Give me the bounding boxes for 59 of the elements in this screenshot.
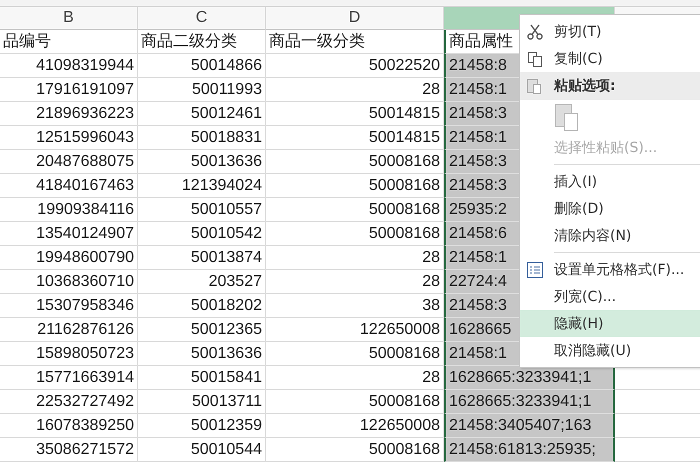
table-cell: 50011993 xyxy=(138,78,266,102)
table-cell: 15898050723 xyxy=(0,342,138,366)
table-cell: 13540124907 xyxy=(0,222,138,246)
table-cell: 12515996043 xyxy=(0,126,138,150)
table-cell: 20487688075 xyxy=(0,150,138,174)
table-cell: 50008168 xyxy=(266,342,444,366)
table-cell: 50008168 xyxy=(266,390,444,414)
table-cell: 50010544 xyxy=(138,438,266,462)
table-cell: 122650008 xyxy=(266,318,444,342)
table-cell: 50013874 xyxy=(138,246,266,270)
table-cell: 50008168 xyxy=(266,198,444,222)
table-cell: 50008168 xyxy=(266,150,444,174)
table-cell: 50014815 xyxy=(266,102,444,126)
table-cell: 50013711 xyxy=(138,390,266,414)
table-cell: 50015841 xyxy=(138,366,266,390)
table-cell: 15771663914 xyxy=(0,366,138,390)
table-cell: 122650008 xyxy=(266,414,444,438)
table-cell: 50012359 xyxy=(138,414,266,438)
table-cell: 50010542 xyxy=(138,222,266,246)
table-cell: 50010557 xyxy=(138,198,266,222)
table-cell: 19948600790 xyxy=(0,246,138,270)
section-label: 粘贴选项: xyxy=(554,77,616,95)
table-cell: 28 xyxy=(266,246,444,270)
table-cell: 50008168 xyxy=(266,438,444,462)
table-cell: 15307958346 xyxy=(0,294,138,318)
table-cell: 28 xyxy=(266,78,444,102)
table-cell: 50013636 xyxy=(138,342,266,366)
table-cell: 21162876126 xyxy=(0,318,138,342)
table-cell: 50022520 xyxy=(266,54,444,78)
table-cell: 16078389250 xyxy=(0,414,138,438)
table-cell: 121394024 xyxy=(138,174,266,198)
header-cell: 品编号 xyxy=(0,30,138,54)
table-cell: 35086271572 xyxy=(0,438,138,462)
table-cell: 50008168 xyxy=(266,222,444,246)
table-cell: 21458:61813:25935; xyxy=(444,438,615,462)
table-cell: 21896936223 xyxy=(0,102,138,126)
table-cell: 50014815 xyxy=(266,126,444,150)
table-cell: 38 xyxy=(266,294,444,318)
table-cell: 17916191097 xyxy=(0,78,138,102)
header-cell: 商品二级分类 xyxy=(138,30,266,54)
table-cell: 41840167463 xyxy=(0,174,138,198)
table-cell: 28 xyxy=(266,270,444,294)
table-cell: 1628665:3233941;1 xyxy=(444,366,615,390)
table-cell: 10368360710 xyxy=(0,270,138,294)
table-cell: 1628665:3233941;1 xyxy=(444,390,615,414)
table-cell: 203527 xyxy=(138,270,266,294)
table-cell: 50018202 xyxy=(138,294,266,318)
table-cell: 50013636 xyxy=(138,150,266,174)
table-cell: 50014866 xyxy=(138,54,266,78)
table-cell: 50012365 xyxy=(138,318,266,342)
table-cell: 50012461 xyxy=(138,102,266,126)
table-cell: 50008168 xyxy=(266,174,444,198)
header-cell: 商品一级分类 xyxy=(266,30,444,54)
table-cell: 22532727492 xyxy=(0,390,138,414)
table-cell: 28 xyxy=(266,366,444,390)
table-cell: 21458:3405407;163 xyxy=(444,414,615,438)
table-cell: 41098319944 xyxy=(0,54,138,78)
table-cell: 19909384116 xyxy=(0,198,138,222)
table-cell: 50018831 xyxy=(138,126,266,150)
